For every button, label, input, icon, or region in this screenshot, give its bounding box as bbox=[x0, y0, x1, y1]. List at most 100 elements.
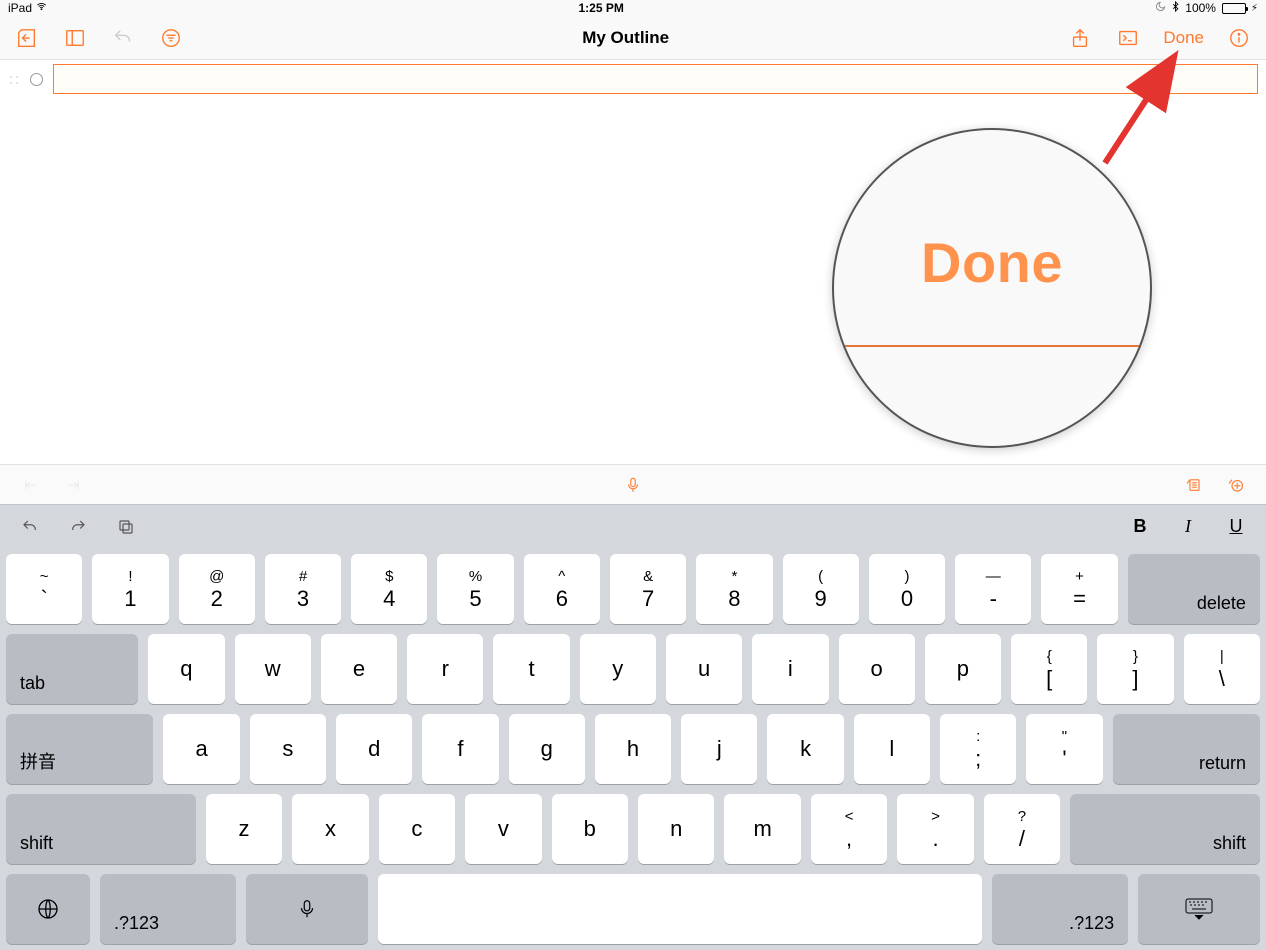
indent-arrow-icon[interactable] bbox=[62, 474, 84, 496]
key-[[interactable]: {[ bbox=[1011, 634, 1087, 704]
key-m[interactable]: m bbox=[724, 794, 800, 864]
key-w[interactable]: w bbox=[235, 634, 311, 704]
key-g[interactable]: g bbox=[509, 714, 585, 784]
outline-row bbox=[8, 64, 1258, 94]
key-;[interactable]: :; bbox=[940, 714, 1016, 784]
key-f[interactable]: f bbox=[422, 714, 498, 784]
key-hide-keyboard[interactable] bbox=[1138, 874, 1260, 944]
key-/[interactable]: ?/ bbox=[984, 794, 1060, 864]
row-bullet-icon[interactable] bbox=[30, 73, 43, 86]
outdent-arrow-icon[interactable] bbox=[20, 474, 42, 496]
key-pinyin[interactable]: 拼音 bbox=[6, 714, 153, 784]
key-space[interactable] bbox=[378, 874, 983, 944]
moon-icon bbox=[1155, 1, 1166, 15]
key-o[interactable]: o bbox=[839, 634, 915, 704]
console-icon[interactable] bbox=[1115, 25, 1141, 51]
key-delete[interactable]: delete bbox=[1128, 554, 1260, 624]
undo-icon[interactable] bbox=[110, 25, 136, 51]
key-t[interactable]: t bbox=[493, 634, 569, 704]
key-numsym-left[interactable]: .?123 bbox=[100, 874, 236, 944]
key-3[interactable]: #3 bbox=[265, 554, 341, 624]
key-9[interactable]: (9 bbox=[783, 554, 859, 624]
key-return[interactable]: return bbox=[1113, 714, 1260, 784]
key-h[interactable]: h bbox=[595, 714, 671, 784]
key-u[interactable]: u bbox=[666, 634, 742, 704]
keyboard-container: B I U ~`!1@2#3$4%5^6&7*8(9)0—-+=delete t… bbox=[0, 464, 1266, 950]
keyboard-shortcut-bar: B I U bbox=[0, 504, 1266, 548]
kb-redo-icon[interactable] bbox=[68, 517, 88, 537]
key-][interactable]: }] bbox=[1097, 634, 1173, 704]
battery-percent: 100% bbox=[1185, 1, 1216, 15]
key-v[interactable]: v bbox=[465, 794, 541, 864]
key-y[interactable]: y bbox=[580, 634, 656, 704]
key-label: .?123 bbox=[114, 913, 159, 934]
key-globe[interactable] bbox=[6, 874, 90, 944]
info-icon[interactable] bbox=[1226, 25, 1252, 51]
note-toggle-icon[interactable] bbox=[1182, 474, 1204, 496]
magnifier-divider bbox=[834, 345, 1150, 347]
key-s[interactable]: s bbox=[250, 714, 326, 784]
done-button[interactable]: Done bbox=[1163, 28, 1204, 48]
key-0[interactable]: )0 bbox=[869, 554, 945, 624]
wifi-icon bbox=[36, 1, 47, 15]
key-shift-left[interactable]: shift bbox=[6, 794, 196, 864]
document-title: My Outline bbox=[206, 28, 1045, 48]
callout-arrow-icon bbox=[1090, 48, 1190, 168]
format-italic-button[interactable]: I bbox=[1178, 516, 1198, 537]
outline-row-input[interactable] bbox=[53, 64, 1258, 94]
format-bold-button[interactable]: B bbox=[1130, 516, 1150, 537]
filter-icon[interactable] bbox=[158, 25, 184, 51]
key-`[interactable]: ~` bbox=[6, 554, 82, 624]
key-1[interactable]: !1 bbox=[92, 554, 168, 624]
key-e[interactable]: e bbox=[321, 634, 397, 704]
bluetooth-icon bbox=[1170, 1, 1181, 15]
key-j[interactable]: j bbox=[681, 714, 757, 784]
key-x[interactable]: x bbox=[292, 794, 368, 864]
onscreen-keyboard: ~`!1@2#3$4%5^6&7*8(9)0—-+=delete tabqwer… bbox=[0, 548, 1266, 950]
share-icon[interactable] bbox=[1067, 25, 1093, 51]
key-k[interactable]: k bbox=[767, 714, 843, 784]
row-drag-handle-icon[interactable] bbox=[8, 73, 20, 85]
key-p[interactable]: p bbox=[925, 634, 1001, 704]
charging-icon: ⚡︎ bbox=[1251, 3, 1258, 14]
key-shift-right[interactable]: shift bbox=[1070, 794, 1260, 864]
key-5[interactable]: %5 bbox=[437, 554, 513, 624]
key-r[interactable]: r bbox=[407, 634, 483, 704]
add-row-icon[interactable] bbox=[1224, 474, 1246, 496]
dictation-mic-icon[interactable] bbox=[622, 474, 644, 496]
key-,[interactable]: <, bbox=[811, 794, 887, 864]
key-\[interactable]: |\ bbox=[1184, 634, 1260, 704]
editor-accessory-bar bbox=[0, 464, 1266, 504]
key-c[interactable]: c bbox=[379, 794, 455, 864]
key-2[interactable]: @2 bbox=[179, 554, 255, 624]
key-label: .?123 bbox=[1069, 913, 1114, 934]
key-4[interactable]: $4 bbox=[351, 554, 427, 624]
key--[interactable]: —- bbox=[955, 554, 1031, 624]
key-d[interactable]: d bbox=[336, 714, 412, 784]
key-b[interactable]: b bbox=[552, 794, 628, 864]
app-toolbar: My Outline Done bbox=[0, 16, 1266, 60]
sidebar-toggle-icon[interactable] bbox=[62, 25, 88, 51]
key-dictation[interactable] bbox=[246, 874, 368, 944]
device-label: iPad bbox=[8, 1, 32, 15]
key-8[interactable]: *8 bbox=[696, 554, 772, 624]
key-a[interactable]: a bbox=[163, 714, 239, 784]
key-'[interactable]: "' bbox=[1026, 714, 1102, 784]
key-numsym-right[interactable]: .?123 bbox=[992, 874, 1128, 944]
key-z[interactable]: z bbox=[206, 794, 282, 864]
format-underline-button[interactable]: U bbox=[1226, 516, 1246, 537]
key-7[interactable]: &7 bbox=[610, 554, 686, 624]
documents-back-icon[interactable] bbox=[14, 25, 40, 51]
key-l[interactable]: l bbox=[854, 714, 930, 784]
magnifier-callout: Done bbox=[832, 128, 1152, 448]
kb-copy-icon[interactable] bbox=[116, 517, 136, 537]
key-.[interactable]: >. bbox=[897, 794, 973, 864]
kb-undo-icon[interactable] bbox=[20, 517, 40, 537]
key-6[interactable]: ^6 bbox=[524, 554, 600, 624]
key-tab[interactable]: tab bbox=[6, 634, 138, 704]
key-q[interactable]: q bbox=[148, 634, 224, 704]
key-n[interactable]: n bbox=[638, 794, 714, 864]
key-=[interactable]: += bbox=[1041, 554, 1117, 624]
key-i[interactable]: i bbox=[752, 634, 828, 704]
status-bar: iPad 1:25 PM 100% ⚡︎ bbox=[0, 0, 1266, 16]
